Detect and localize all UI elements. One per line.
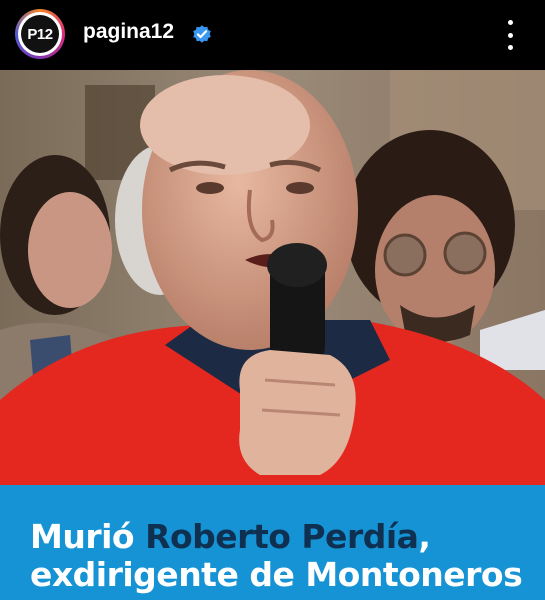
username-link[interactable]: pagina12 (83, 20, 174, 44)
more-options-icon[interactable] (498, 20, 522, 50)
post-header: P12 pagina12 (0, 0, 545, 70)
headline-highlight: Roberto Perdía (145, 517, 419, 556)
headline-part1: Murió (30, 517, 146, 556)
avatar[interactable]: P12 (15, 9, 65, 59)
headline-line2: exdirigente de Montoneros (30, 555, 523, 594)
verified-badge-icon (193, 25, 211, 43)
post-photo (0, 70, 545, 485)
headline-text: Murió Roberto Perdía, exdirigente de Mon… (30, 518, 530, 594)
headline-part2: , (418, 517, 431, 556)
avatar-logo: P12 (21, 15, 59, 53)
